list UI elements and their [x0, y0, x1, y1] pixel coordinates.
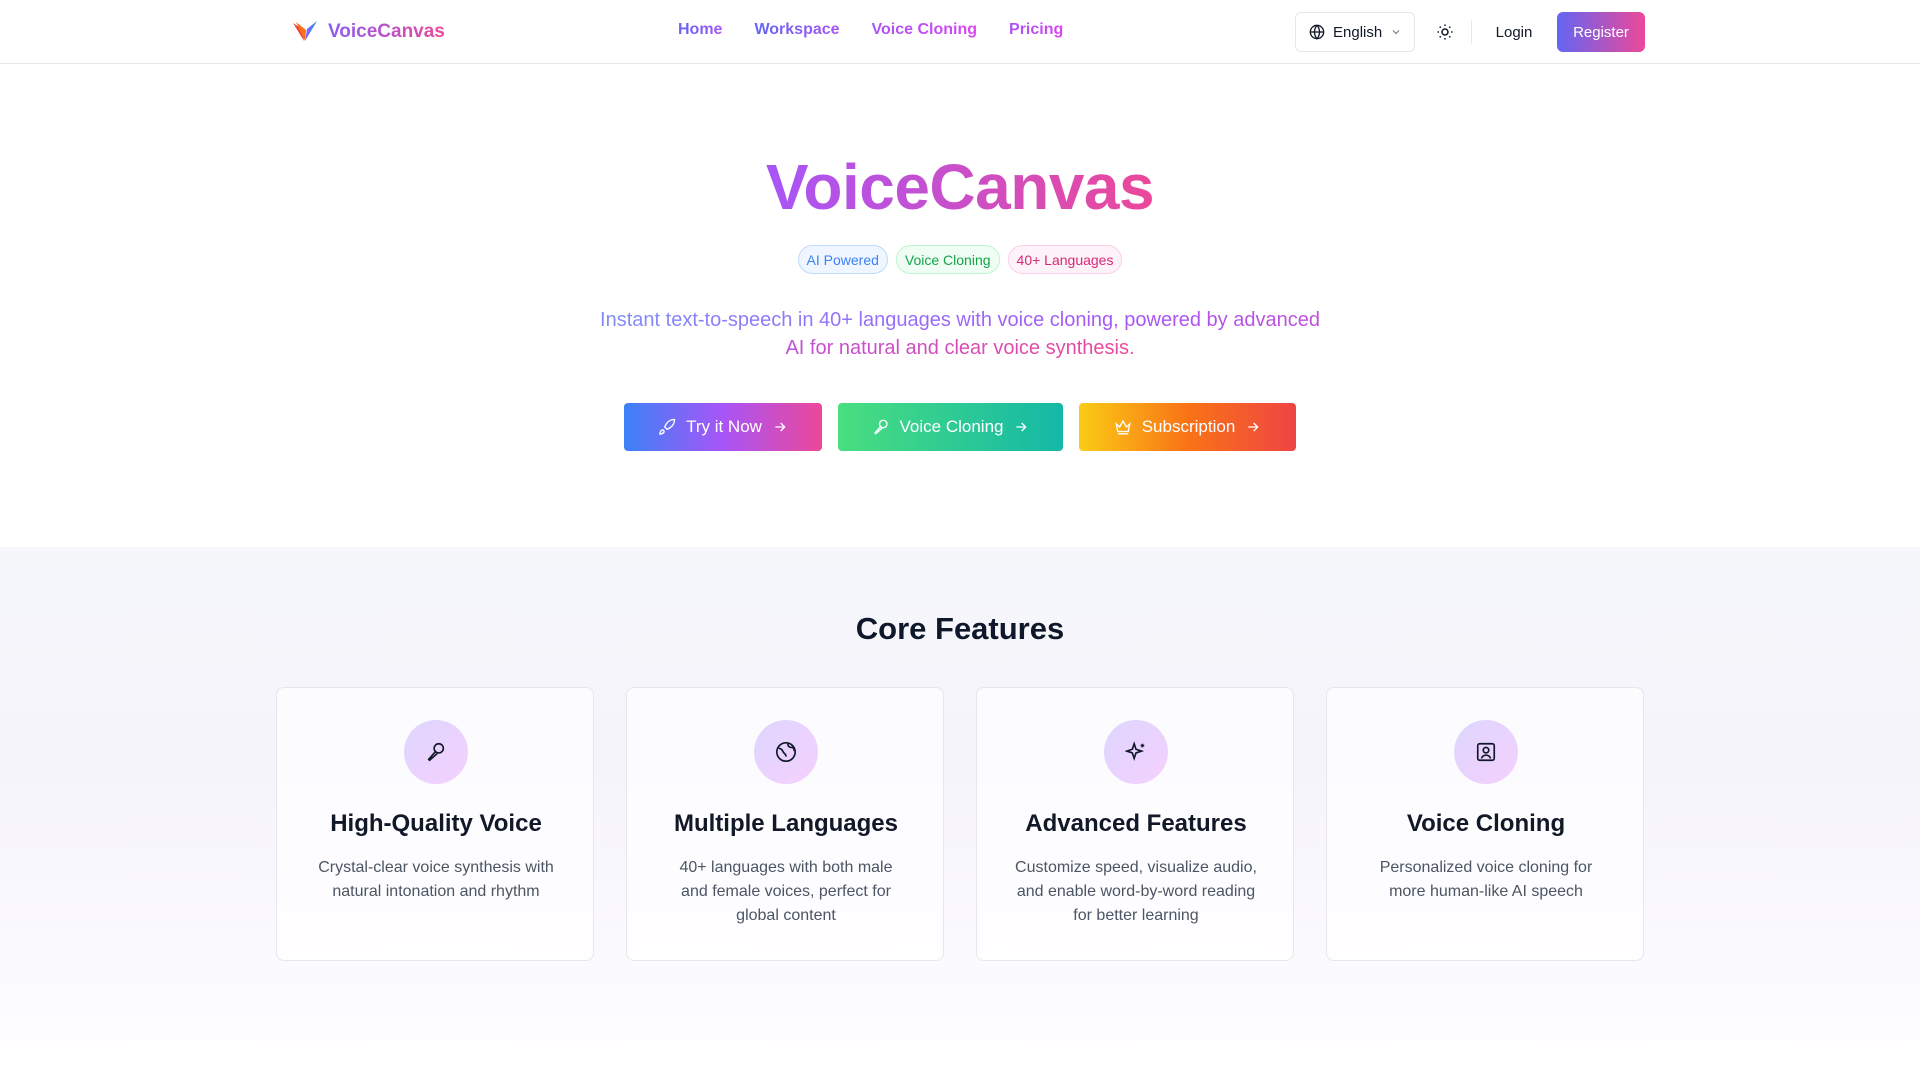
brand-name: VoiceCanvas [328, 21, 445, 42]
nav-pricing[interactable]: Pricing [1009, 21, 1063, 39]
feature-description: Customize speed, visualize audio, and en… [1015, 859, 1257, 924]
subscription-label: Subscription [1141, 417, 1236, 436]
sparkles-icon [1125, 741, 1145, 762]
user-square-icon [1476, 742, 1496, 762]
arrow-right-icon [775, 422, 786, 432]
feature-title: High-Quality Voice [330, 810, 542, 837]
arrow-right-icon [1248, 422, 1259, 432]
badge-ai-powered: AI Powered [797, 245, 888, 274]
feature-icon-circle [404, 720, 468, 784]
microphone-icon [873, 419, 888, 435]
bird-logo-icon [293, 21, 317, 41]
try-it-now-label: Try it Now [686, 417, 762, 436]
feature-card-voice-cloning: Voice Cloning Personalized voice cloning… [1326, 687, 1644, 961]
voice-cloning-button[interactable]: Voice Cloning [838, 403, 1063, 451]
feature-description: 40+ languages with both male and female … [679, 859, 893, 924]
rocket-icon [659, 418, 676, 435]
feature-card-high-quality-voice: High-Quality Voice Crystal-clear voice s… [276, 687, 594, 961]
feature-title: Advanced Features [1025, 810, 1247, 837]
theme-toggle-button[interactable] [1429, 16, 1461, 48]
feature-description: Crystal-clear voice synthesis with natur… [318, 859, 554, 900]
features-title: Core Features [855, 611, 1065, 646]
microphone-icon [427, 742, 445, 762]
badge-voice-cloning: Voice Cloning [895, 245, 1000, 274]
feature-icon-circle [1454, 720, 1518, 784]
hero-badges: AI Powered Voice Cloning 40+ Languages [0, 245, 1920, 274]
feature-title: Multiple Languages [673, 810, 898, 837]
badge-languages: 40+ Languages [1007, 245, 1123, 274]
feature-card-multiple-languages: Multiple Languages 40+ languages with bo… [626, 687, 944, 961]
feature-icon-circle [1104, 720, 1168, 784]
try-it-now-button[interactable]: Try it Now [624, 403, 822, 451]
sun-icon [1437, 24, 1453, 40]
nav-voice-cloning[interactable]: Voice Cloning [872, 21, 977, 39]
main-nav: Home Workspace Voice Cloning Pricing [678, 21, 1063, 39]
language-label: English [1333, 23, 1383, 41]
register-button[interactable]: Register [1557, 12, 1645, 52]
header-divider [1471, 20, 1472, 44]
crown-icon [1114, 419, 1131, 435]
login-button[interactable]: Login [1480, 12, 1548, 52]
subscription-button[interactable]: Subscription [1079, 403, 1296, 451]
top-navbar: VoiceCanvas Home Workspace Voice Cloning… [0, 0, 1920, 64]
feature-description: Personalized voice cloning for more huma… [1379, 859, 1593, 900]
feature-card-advanced-features: Advanced Features Customize speed, visua… [976, 687, 1294, 961]
feature-icon-circle [754, 720, 818, 784]
voice-cloning-label: Voice Cloning [899, 417, 1004, 436]
core-features-section: Core Features High-Quality Voice Crystal… [0, 547, 1920, 1080]
brand-logo-link[interactable]: VoiceCanvas [290, 17, 445, 47]
hero-title: VoiceCanvas [765, 151, 1155, 223]
nav-workspace[interactable]: Workspace [754, 21, 839, 39]
arrow-right-icon [1016, 422, 1028, 432]
chevron-down-icon [1392, 30, 1400, 35]
globe-icon [1309, 24, 1325, 40]
globe-icon [776, 742, 796, 762]
language-select[interactable]: English [1295, 12, 1415, 52]
nav-home[interactable]: Home [678, 21, 722, 39]
hero-subtitle: Instant text-to-speech in 40+ languages … [600, 309, 1320, 359]
feature-title: Voice Cloning [1406, 810, 1566, 837]
